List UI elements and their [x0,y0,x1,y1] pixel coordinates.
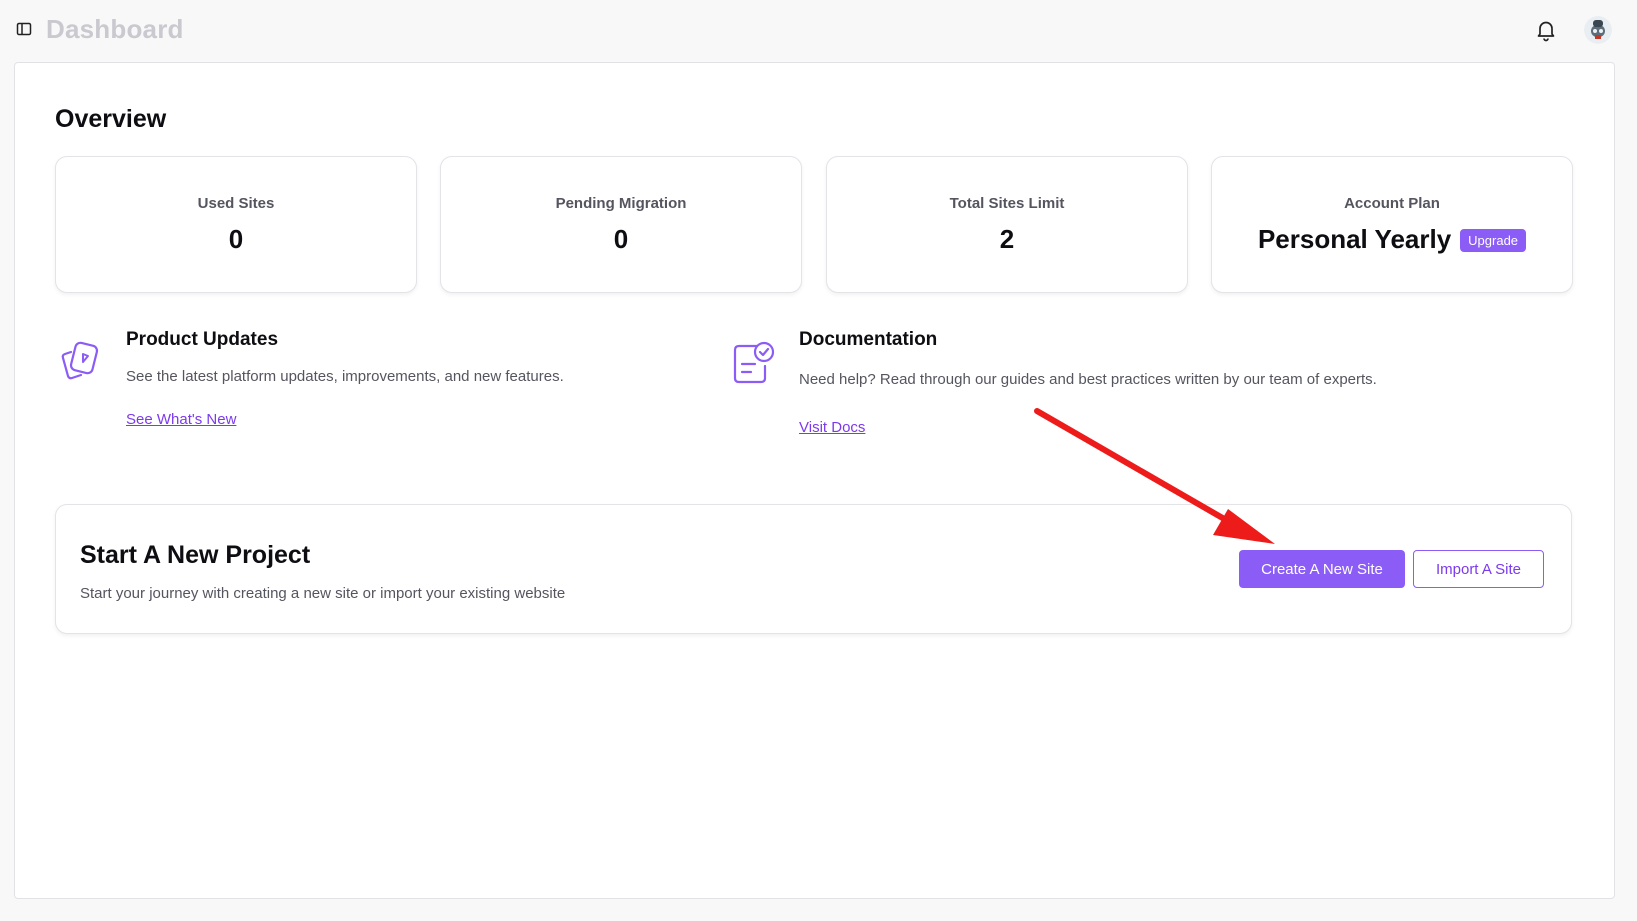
stat-label: Total Sites Limit [949,195,1065,212]
plan-row: Personal Yearly Upgrade [1212,224,1572,255]
stat-label: Pending Migration [555,195,687,212]
stat-card-account-plan: Account Plan Personal Yearly Upgrade [1211,156,1573,293]
upgrade-button[interactable]: Upgrade [1460,229,1527,252]
new-project-card: Start A New Project Start your journey w… [55,504,1572,634]
stat-card-pending-migration: Pending Migration 0 [440,156,802,293]
product-updates-description: See the latest platform updates, improve… [126,368,564,385]
documentation-icon [733,341,775,384]
stat-card-used-sites: Used Sites 0 [55,156,417,293]
create-new-site-button[interactable]: Create A New Site [1239,550,1405,588]
stat-value: 2 [999,224,1015,254]
visit-docs-link[interactable]: Visit Docs [799,419,865,436]
main-panel: Overview Used Sites 0 Pending Migration … [14,62,1615,899]
user-avatar[interactable] [1584,16,1612,44]
stat-label: Used Sites [197,195,275,212]
import-site-button[interactable]: Import A Site [1413,550,1544,588]
stat-value: 0 [228,224,244,254]
top-bar: Dashboard [0,0,1637,62]
stat-value: 0 [613,224,629,254]
overview-title: Overview [55,105,167,133]
documentation-title: Documentation [799,329,938,350]
stat-label: Account Plan [1344,195,1440,212]
stat-card-total-sites-limit: Total Sites Limit 2 [826,156,1188,293]
product-updates-title: Product Updates [126,329,279,350]
plan-name: Personal Yearly [1257,224,1452,254]
see-whats-new-link[interactable]: See What's New [126,411,236,428]
product-updates-icon [61,341,99,380]
sidebar-toggle-icon[interactable] [16,21,32,37]
documentation-description: Need help? Read through our guides and b… [799,371,1377,388]
page-title: Dashboard [46,14,184,44]
new-project-description: Start your journey with creating a new s… [80,585,566,602]
bell-icon[interactable] [1534,18,1558,42]
new-project-title: Start A New Project [80,541,311,569]
